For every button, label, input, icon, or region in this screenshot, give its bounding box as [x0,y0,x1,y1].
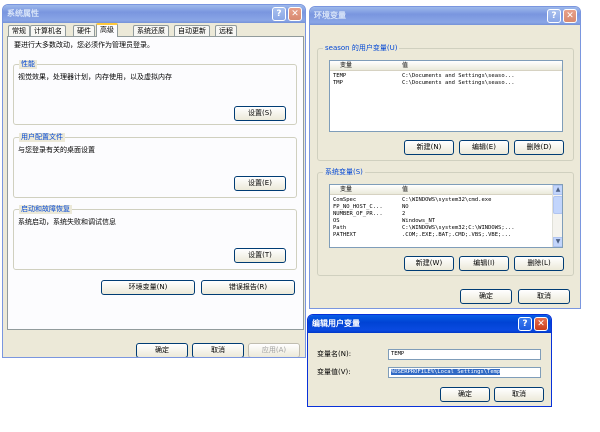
close-button[interactable]: ✕ [288,7,302,21]
variable-name-label: 变量名(N): [317,350,352,358]
vertical-scrollbar[interactable]: ▲ ▼ [552,185,562,247]
tab-automatic-updates[interactable]: 自动更新 [174,25,210,36]
scroll-thumb[interactable] [553,196,562,214]
list-item[interactable]: OS Windows_NT [330,218,562,225]
help-button[interactable]: ? [547,9,561,23]
user-profiles-group: 用户配置文件 与您登录有关的桌面设置 设置(E) [13,133,297,198]
help-button[interactable]: ? [518,317,532,331]
var-name: OS [333,218,340,224]
var-name: Path [333,225,347,231]
user-profiles-title: 用户配置文件 [19,133,65,142]
system-edit-button[interactable]: 编辑(I) [459,256,509,271]
startup-recovery-group: 启动和故障恢复 系统启动，系统失败和调试信息 设置(T) [13,205,297,270]
environment-variables-titlebar[interactable]: 环境变量 ? ✕ [310,7,580,25]
system-variables-title: 系统变量(S) [323,168,365,177]
var-name: PATHEXT [333,232,357,238]
var-value: C:\WINDOWS\system32\cmd.exe [402,197,492,203]
system-new-button[interactable]: 新建(W) [404,256,454,271]
system-properties-titlebar[interactable]: 系统属性 ? ✕ [3,5,305,23]
list-header: 变量 值 [330,61,562,71]
cancel-button[interactable]: 取消 [494,387,544,402]
var-value: .COM;.EXE;.BAT;.CMD;.VBS;.VBE;... [402,232,512,238]
col-value[interactable]: 值 [402,185,408,195]
col-variable[interactable]: 变量 [340,185,352,195]
close-button[interactable]: ✕ [563,9,577,23]
edit-user-variable-dialog: 编辑用户变量 ? ✕ 变量名(N): TEMP 变量值(V): %USERPRO… [307,314,552,407]
list-item[interactable]: NUMBER_OF_PR... 2 [330,211,562,218]
var-name: FP_NO_HOST_C... [333,204,383,210]
close-button[interactable]: ✕ [534,317,548,331]
var-name: TMP [333,80,343,86]
ok-button[interactable]: 确定 [440,387,490,402]
var-value: C:\WINDOWS\system32;C:\WINDOWS;... [402,225,515,231]
tab-system-restore[interactable]: 系统还原 [133,25,169,36]
list-header: 变量 值 [330,185,562,195]
var-name: TEMP [333,73,347,79]
window-title: 系统属性 [7,9,39,18]
help-button[interactable]: ? [272,7,286,21]
environment-variables-button[interactable]: 环境变量(N) [101,280,195,295]
user-delete-button[interactable]: 删除(D) [514,140,564,155]
user-variables-list[interactable]: 变量 值 TEMP C:\Documents and Settings\seas… [329,60,563,132]
startup-recovery-desc: 系统启动，系统失败和调试信息 [18,218,116,226]
tab-computer-name[interactable]: 计算机名 [30,25,66,36]
list-item[interactable]: FP_NO_HOST_C... NO [330,204,562,211]
system-variables-list[interactable]: 变量 值 ComSpec C:\WINDOWS\system32\cmd.exe… [329,184,563,248]
apply-button[interactable]: 应用(A) [248,343,300,357]
var-value: Windows_NT [402,218,436,224]
user-new-button[interactable]: 新建(N) [404,140,454,155]
scroll-up-icon[interactable]: ▲ [553,185,562,195]
tab-advanced[interactable]: 高级 [96,23,118,37]
list-item[interactable]: Path C:\WINDOWS\system32;C:\WINDOWS;... [330,225,562,232]
list-item[interactable]: PATHEXT .COM;.EXE;.BAT;.CMD;.VBS;.VBE;..… [330,232,562,239]
system-delete-button[interactable]: 删除(L) [514,256,564,271]
var-name: NUMBER_OF_PR... [333,211,383,217]
dialog-title: 编辑用户变量 [312,319,360,328]
edit-user-variable-titlebar[interactable]: 编辑用户变量 ? ✕ [308,315,551,333]
performance-group: 性能 视觉效果，处理器计划，内存使用，以及虚拟内存 设置(S) [13,60,297,125]
admin-note: 要进行大多数改动，您必须作为管理员登录。 [14,41,154,49]
tab-general[interactable]: 常规 [8,25,30,36]
var-name: ComSpec [333,197,357,203]
tab-hardware[interactable]: 硬件 [73,25,95,36]
list-item[interactable]: TEMP C:\Documents and Settings\seaso... [330,73,562,80]
list-item[interactable]: ComSpec C:\WINDOWS\system32\cmd.exe [330,197,562,204]
variable-value-field[interactable]: %USERPROFILE%\Local Settings\Temp [388,367,541,378]
cancel-button[interactable]: 取消 [518,289,570,304]
advanced-tab-page: 要进行大多数改动，您必须作为管理员登录。 性能 视觉效果，处理器计划，内存使用，… [7,36,304,330]
col-variable[interactable]: 变量 [340,61,352,71]
startup-recovery-settings-button[interactable]: 设置(T) [234,248,286,263]
user-edit-button[interactable]: 编辑(E) [459,140,509,155]
performance-desc: 视觉效果，处理器计划，内存使用，以及虚拟内存 [18,73,172,81]
col-value[interactable]: 值 [402,61,408,71]
user-profiles-desc: 与您登录有关的桌面设置 [18,146,95,154]
system-properties-window: 系统属性 ? ✕ 常规 计算机名 硬件 高级 系统还原 自动更新 远程 要进行大… [2,4,306,358]
tab-remote[interactable]: 远程 [215,25,237,36]
variable-value-label: 变量值(V): [317,368,351,376]
selected-text: %USERPROFILE%\Local Settings\Temp [391,369,501,375]
ok-button[interactable]: 确定 [460,289,512,304]
environment-variables-window: 环境变量 ? ✕ season 的用户变量(U) 变量 值 TEMP C:\Do… [309,6,581,309]
system-variables-group: 系统变量(S) 变量 值 ComSpec C:\WINDOWS\system32… [317,168,574,276]
cancel-button[interactable]: 取消 [192,343,244,357]
ok-button[interactable]: 确定 [136,343,188,357]
variable-name-field[interactable]: TEMP [388,349,541,360]
performance-title: 性能 [19,60,37,69]
var-value: NO [402,204,409,210]
list-item[interactable]: TMP C:\Documents and Settings\seaso... [330,80,562,87]
scroll-down-icon[interactable]: ▼ [553,237,562,247]
startup-recovery-title: 启动和故障恢复 [19,205,72,214]
var-value: 2 [402,211,406,217]
performance-settings-button[interactable]: 设置(S) [234,106,286,121]
window-title: 环境变量 [314,11,346,20]
var-value: C:\Documents and Settings\seaso... [402,80,515,86]
user-profiles-settings-button[interactable]: 设置(E) [234,176,286,191]
user-variables-title: season 的用户变量(U) [323,44,400,53]
var-value: C:\Documents and Settings\seaso... [402,73,515,79]
user-variables-group: season 的用户变量(U) 变量 值 TEMP C:\Documents a… [317,44,574,161]
error-reporting-button[interactable]: 错误报告(R) [201,280,295,295]
